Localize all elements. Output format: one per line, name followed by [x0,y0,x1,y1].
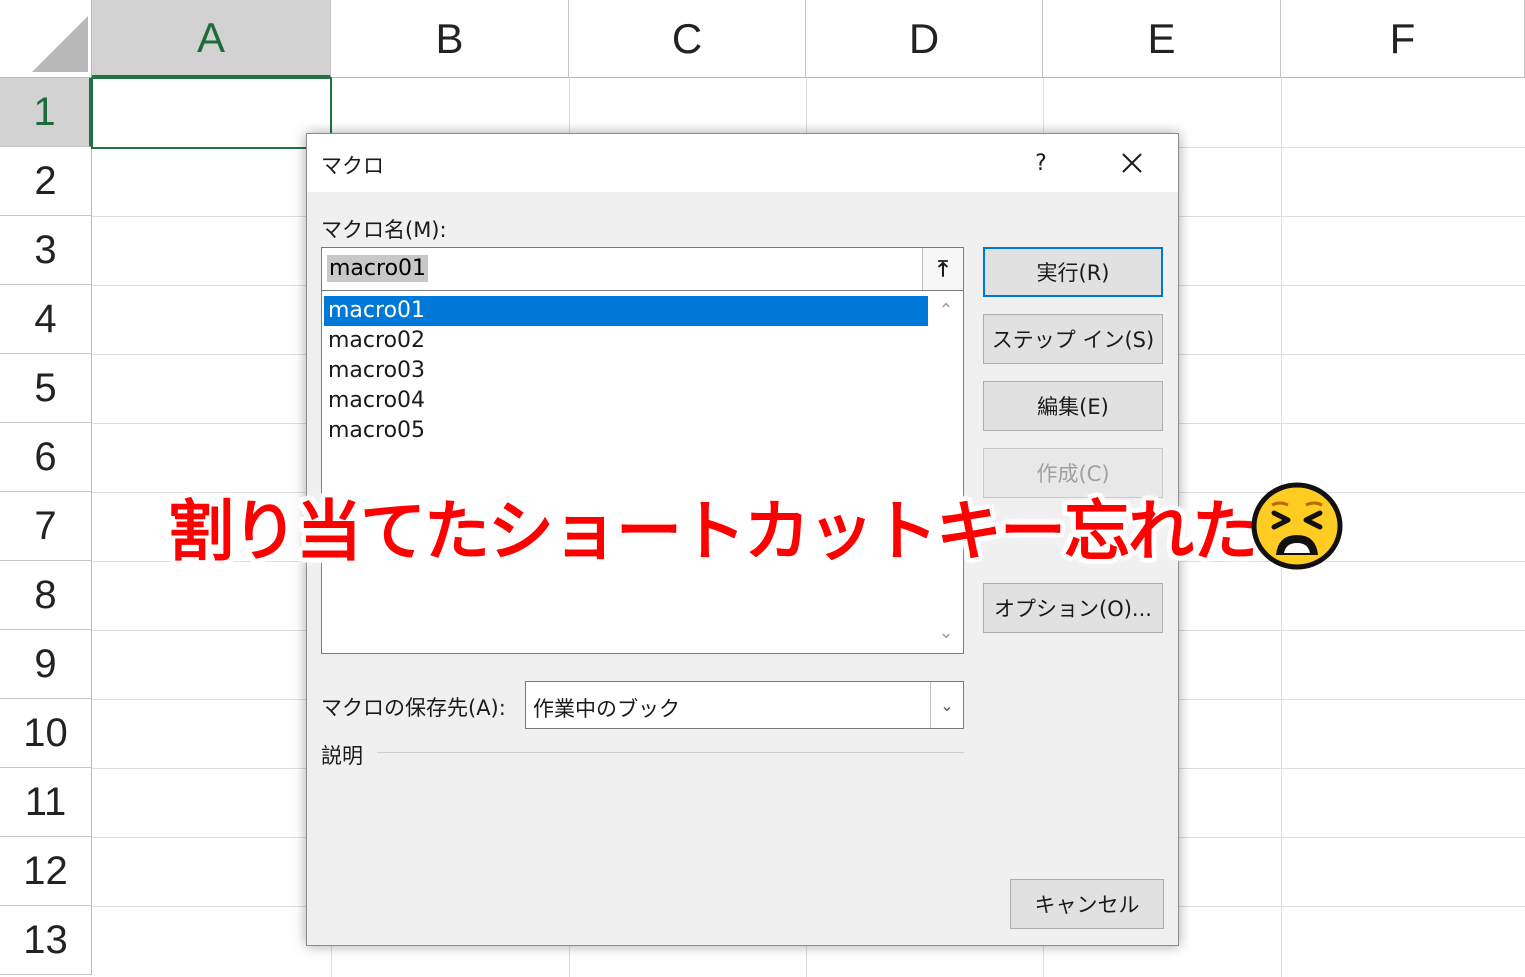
dropdown-button[interactable]: ⌄ [930,682,963,728]
active-cell-a1[interactable] [91,77,332,149]
list-item[interactable]: macro05 [324,416,928,446]
dialog-title: マクロ [321,154,384,178]
row-header-13[interactable]: 13 [0,906,92,975]
edit-button[interactable]: 編集(E) [983,381,1163,431]
row-header-10[interactable]: 10 [0,699,92,768]
description-divider [377,752,964,753]
column-header-f[interactable]: F [1281,0,1525,78]
row-header-1[interactable]: 1 [0,78,92,147]
select-all-triangle-icon [32,16,88,72]
row-header-7[interactable]: 7 [0,492,92,561]
macro-list[interactable]: macro01 macro02 macro03 macro04 macro05 … [321,291,964,654]
row-header-11[interactable]: 11 [0,768,92,837]
dialog-titlebar[interactable]: マクロ ? [307,134,1178,192]
step-into-button[interactable]: ステップ イン(S) [983,314,1163,364]
column-header-b[interactable]: B [331,0,569,78]
collapse-dialog-button[interactable]: ⤒ [922,248,963,290]
chevron-down-icon: ⌄ [940,695,954,715]
list-scrollbar[interactable]: ⌃ ⌄ [929,291,963,653]
row-header-3[interactable]: 3 [0,216,92,285]
row-header-2[interactable]: 2 [0,147,92,216]
macro-name-label: マクロ名(M): [321,218,447,242]
row-header-8[interactable]: 8 [0,561,92,630]
cancel-button[interactable]: キャンセル [1010,879,1164,929]
chevron-up-icon: ⌃ [938,299,954,321]
store-in-select[interactable]: 作業中のブック ⌄ [525,681,964,729]
overlay-caption: 割り当てたショートカットキー忘れた [168,493,1258,570]
row-header-9[interactable]: 9 [0,630,92,699]
tired-face-emoji-icon [1251,482,1343,570]
macro-name-value: macro01 [327,255,429,282]
close-icon [1122,153,1142,173]
upload-arrow-icon: ⤒ [938,256,948,282]
row-header-4[interactable]: 4 [0,285,92,354]
row-header-12[interactable]: 12 [0,837,92,906]
list-item[interactable]: macro02 [324,326,928,356]
column-header-a[interactable]: A [92,0,331,78]
chevron-down-icon: ⌄ [938,621,954,643]
list-item[interactable]: macro03 [324,356,928,386]
scroll-down-button[interactable]: ⌄ [929,617,963,647]
help-button[interactable]: ? [1019,142,1063,184]
row-header-5[interactable]: 5 [0,354,92,423]
list-item[interactable]: macro01 [324,296,928,326]
run-button[interactable]: 実行(R) [983,247,1163,297]
store-in-label: マクロの保存先(A): [321,696,506,720]
description-label: 説明 [321,744,363,768]
store-in-value: 作業中のブック [533,697,680,721]
macro-name-input[interactable]: macro01 ⤒ [321,247,964,291]
column-header-c[interactable]: C [569,0,806,78]
column-header-e[interactable]: E [1043,0,1281,78]
scroll-up-button[interactable]: ⌃ [929,295,963,325]
row-header-6[interactable]: 6 [0,423,92,492]
close-button[interactable] [1107,142,1157,184]
column-header-d[interactable]: D [806,0,1043,78]
list-item[interactable]: macro04 [324,386,928,416]
select-all-corner[interactable] [0,0,92,78]
options-button[interactable]: オプション(O)... [983,583,1163,633]
